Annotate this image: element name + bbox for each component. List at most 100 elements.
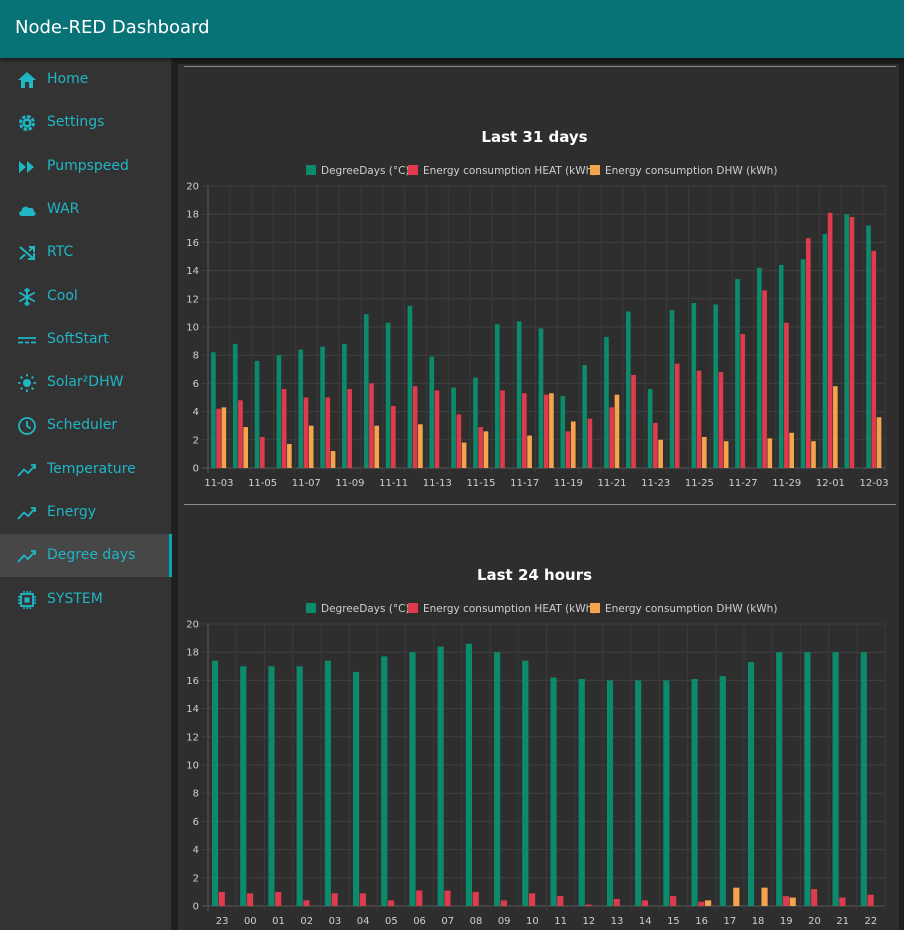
bar-degreedays[interactable] bbox=[778, 264, 784, 468]
bar-degreedays[interactable] bbox=[320, 346, 325, 468]
bar-heat[interactable] bbox=[740, 334, 746, 468]
bar-degreedays[interactable] bbox=[409, 652, 416, 906]
bar-degreedays[interactable] bbox=[735, 279, 740, 468]
bar-heat[interactable] bbox=[456, 414, 462, 468]
sidebar-item-rtc[interactable]: RTC bbox=[0, 231, 172, 274]
bar-degreedays[interactable] bbox=[635, 680, 642, 906]
bar-heat[interactable] bbox=[275, 891, 282, 906]
bar-heat[interactable] bbox=[478, 427, 484, 468]
bar-heat[interactable] bbox=[391, 405, 396, 468]
bar-degreedays[interactable] bbox=[516, 321, 522, 468]
bar-degreedays[interactable] bbox=[625, 311, 631, 468]
bar-heat[interactable] bbox=[522, 393, 527, 468]
bar-heat[interactable] bbox=[609, 407, 615, 468]
bar-heat[interactable] bbox=[303, 900, 310, 906]
bar-heat[interactable] bbox=[839, 897, 846, 906]
bar-heat[interactable] bbox=[472, 891, 479, 906]
bar-degreedays[interactable] bbox=[211, 660, 219, 906]
bar-dhw[interactable] bbox=[374, 425, 380, 468]
bar-heat[interactable] bbox=[434, 390, 440, 468]
sidebar-item-degree-days[interactable]: Degree days bbox=[0, 534, 172, 578]
bar-heat[interactable] bbox=[674, 363, 680, 468]
bar-degreedays[interactable] bbox=[804, 652, 811, 906]
sidebar-item-solar-dhw[interactable]: Solar²DHW bbox=[0, 361, 172, 404]
bar-heat[interactable] bbox=[670, 896, 677, 906]
bar-heat[interactable] bbox=[412, 386, 418, 468]
bar-dhw[interactable] bbox=[767, 438, 773, 468]
bar-heat[interactable] bbox=[762, 290, 767, 468]
bar-dhw[interactable] bbox=[570, 421, 576, 468]
bar-degreedays[interactable] bbox=[298, 349, 304, 468]
sidebar-item-home[interactable]: Home bbox=[0, 58, 172, 101]
bar-degreedays[interactable] bbox=[268, 666, 275, 906]
sidebar-item-scheduler[interactable]: Scheduler bbox=[0, 404, 172, 447]
bar-heat[interactable] bbox=[216, 408, 221, 468]
sidebar-item-cool[interactable]: Cool bbox=[0, 275, 172, 318]
bar-degreedays[interactable] bbox=[832, 652, 839, 906]
legend-item[interactable]: Energy consumption HEAT (kWh) bbox=[408, 165, 596, 177]
bar-heat[interactable] bbox=[718, 372, 724, 468]
bar-degreedays[interactable] bbox=[866, 225, 871, 468]
bar-degreedays[interactable] bbox=[451, 387, 456, 468]
bar-degreedays[interactable] bbox=[240, 666, 247, 906]
bar-heat[interactable] bbox=[500, 900, 507, 906]
bar-heat[interactable] bbox=[218, 891, 225, 906]
legend-item[interactable]: DegreeDays (°C) bbox=[306, 603, 410, 615]
bar-degreedays[interactable] bbox=[713, 304, 718, 468]
bar-dhw[interactable] bbox=[705, 900, 712, 906]
bar-dhw[interactable] bbox=[789, 432, 794, 468]
bar-degreedays[interactable] bbox=[407, 305, 413, 468]
bar-heat[interactable] bbox=[259, 436, 265, 468]
bar-degreedays[interactable] bbox=[747, 662, 755, 906]
bar-dhw[interactable] bbox=[658, 439, 663, 468]
bar-dhw[interactable] bbox=[789, 897, 796, 906]
bar-degreedays[interactable] bbox=[363, 314, 369, 468]
bar-heat[interactable] bbox=[529, 893, 536, 906]
bar-degreedays[interactable] bbox=[522, 660, 529, 906]
bar-dhw[interactable] bbox=[483, 431, 489, 468]
bar-heat[interactable] bbox=[613, 898, 620, 906]
bar-heat[interactable] bbox=[325, 397, 331, 469]
bar-degreedays[interactable] bbox=[538, 328, 544, 468]
sidebar-item-settings[interactable]: Settings bbox=[0, 101, 172, 144]
bar-heat[interactable] bbox=[587, 418, 593, 468]
sidebar-item-war[interactable]: WAR bbox=[0, 188, 172, 231]
sidebar-item-pumpspeed[interactable]: Pumpspeed bbox=[0, 145, 172, 188]
bar-degreedays[interactable] bbox=[211, 352, 216, 468]
bar-heat[interactable] bbox=[557, 896, 564, 906]
bar-heat[interactable] bbox=[696, 370, 702, 468]
bar-degreedays[interactable] bbox=[582, 365, 587, 468]
bar-heat[interactable] bbox=[359, 893, 366, 906]
bar-degreedays[interactable] bbox=[296, 666, 303, 906]
bar-degreedays[interactable] bbox=[429, 356, 435, 468]
bar-heat[interactable] bbox=[784, 322, 789, 468]
bar-dhw[interactable] bbox=[733, 887, 740, 906]
bar-degreedays[interactable] bbox=[606, 680, 614, 906]
bar-heat[interactable] bbox=[867, 894, 874, 906]
bar-dhw[interactable] bbox=[287, 444, 292, 468]
bar-dhw[interactable] bbox=[833, 386, 838, 468]
bar-heat[interactable] bbox=[871, 250, 877, 468]
bar-dhw[interactable] bbox=[614, 394, 620, 468]
bar-heat[interactable] bbox=[827, 212, 833, 468]
bar-heat[interactable] bbox=[369, 383, 374, 468]
bar-degreedays[interactable] bbox=[776, 652, 783, 906]
bar-heat[interactable] bbox=[653, 422, 658, 468]
bar-dhw[interactable] bbox=[308, 425, 314, 468]
legend-item[interactable]: DegreeDays (°C) bbox=[306, 165, 410, 177]
bar-degreedays[interactable] bbox=[719, 676, 726, 906]
bar-heat[interactable] bbox=[331, 893, 338, 906]
sidebar-item-softstart[interactable]: SoftStart bbox=[0, 318, 172, 361]
bar-degreedays[interactable] bbox=[494, 652, 501, 906]
bar-degreedays[interactable] bbox=[757, 267, 762, 468]
bar-degreedays[interactable] bbox=[232, 343, 238, 468]
legend-item[interactable]: Energy consumption DHW (kWh) bbox=[590, 603, 777, 615]
bar-degreedays[interactable] bbox=[352, 671, 360, 906]
bar-heat[interactable] bbox=[416, 890, 423, 906]
bar-dhw[interactable] bbox=[811, 441, 816, 468]
bar-degreedays[interactable] bbox=[254, 360, 260, 468]
sidebar-item-temperature[interactable]: Temperature bbox=[0, 448, 172, 491]
bar-heat[interactable] bbox=[805, 238, 811, 468]
bar-degreedays[interactable] bbox=[494, 324, 500, 468]
bar-heat[interactable] bbox=[500, 390, 505, 468]
